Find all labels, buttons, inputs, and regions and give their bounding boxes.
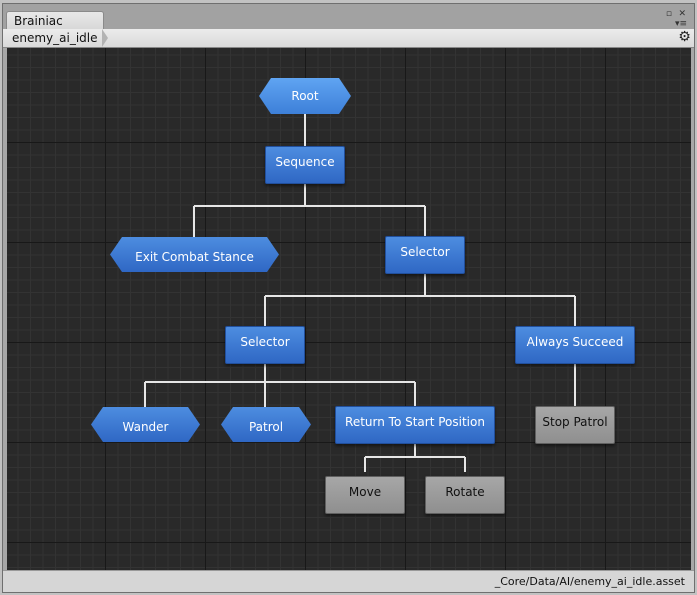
tab-strip: Brainiac ▫ ✕ ▾≡ [3,4,694,31]
brainiac-window: Brainiac ▫ ✕ ▾≡ enemy_ai_idle ⚙ Root Seq… [2,3,695,593]
node-selector-inner[interactable]: Selector [225,326,305,364]
node-return-to-start-position[interactable]: Return To Start Position [335,406,495,444]
node-patrol-label: Patrol [248,420,284,434]
close-icon[interactable]: ✕ [678,9,686,19]
node-root-label: Root [291,89,319,103]
asset-path-label: _Core/Data/AI/enemy_ai_idle.asset [494,575,685,588]
node-selector-top[interactable]: Selector [385,236,465,274]
gear-icon[interactable]: ⚙ [677,30,692,45]
node-wander-label: Wander [122,420,169,434]
graph-canvas[interactable]: Root Sequence Exit Combat Stance Selecto… [7,48,691,571]
node-always-succeed[interactable]: Always Succeed [515,326,635,364]
node-rotate[interactable]: Rotate [425,476,505,514]
tab-brainiac[interactable]: Brainiac [6,11,104,31]
node-patrol[interactable]: Patrol [221,407,311,442]
node-exit-combat-stance-label: Exit Combat Stance [135,250,254,264]
node-root[interactable]: Root [259,78,351,114]
node-exit-combat-stance[interactable]: Exit Combat Stance [110,237,279,272]
status-bar: _Core/Data/AI/enemy_ai_idle.asset [3,570,694,592]
window-menu-icon[interactable]: ▾≡ [675,19,687,29]
node-move[interactable]: Move [325,476,405,514]
maximize-icon[interactable]: ▫ [666,9,672,19]
node-wander[interactable]: Wander [91,407,200,442]
node-stop-patrol[interactable]: Stop Patrol [535,406,615,444]
node-sequence[interactable]: Sequence [265,146,345,184]
breadcrumb-bar: enemy_ai_idle ⚙ [3,29,694,48]
breadcrumb-enemy-ai-idle[interactable]: enemy_ai_idle [5,29,108,47]
